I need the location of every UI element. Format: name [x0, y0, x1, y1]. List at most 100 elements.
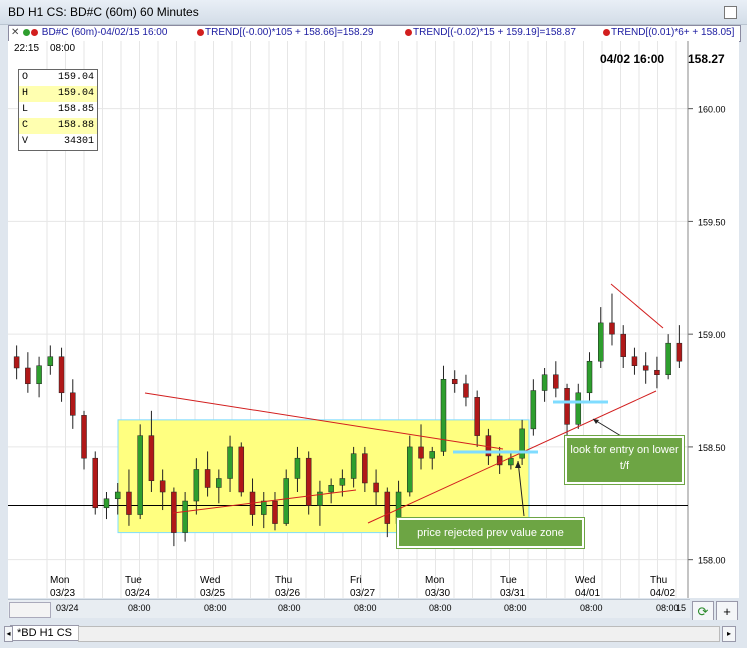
symbol-study[interactable]: BD#C (60m)-04/02/15 16:00	[23, 27, 167, 38]
candle-body	[283, 478, 289, 524]
candle-body	[159, 480, 166, 493]
annotation-rejected: price rejected prev value zone	[397, 518, 584, 548]
trend-study-3[interactable]: TREND[(0.01)*6+ + 158.05]	[603, 27, 734, 38]
scroll-thumb[interactable]	[9, 602, 51, 618]
date-label: 03/27	[350, 588, 375, 598]
candle-body	[373, 482, 379, 493]
candle-body	[564, 388, 570, 425]
price-label: 158.00	[698, 556, 726, 566]
time-label-2: 08:00	[50, 43, 76, 54]
plus-icon: +	[723, 604, 731, 619]
candle-body	[654, 369, 660, 375]
candle-body	[508, 457, 514, 466]
candle-body	[631, 356, 638, 366]
candle-body	[553, 374, 559, 389]
candle-body	[339, 478, 346, 486]
day-label: Thu	[650, 575, 667, 586]
day-label: Mon	[425, 575, 444, 586]
candle-body	[70, 392, 76, 416]
candle-body	[541, 374, 548, 391]
arrow-left-icon: ◂	[6, 629, 11, 638]
ohlc-row: L 158.85	[22, 104, 94, 115]
ohlc-panel: O 159.04 H 159.04 L 158.85 C 158.88 V 34301	[18, 69, 98, 151]
candle-body	[193, 469, 200, 502]
candle-body	[418, 446, 424, 459]
red-dot-icon	[405, 29, 412, 36]
date-label: 03/25	[200, 588, 225, 598]
candle-body	[586, 360, 593, 394]
date-label: 03/23	[50, 588, 75, 598]
date-label: 04/02	[650, 588, 675, 598]
candle-body	[530, 390, 537, 430]
candle-body	[204, 469, 211, 488]
candle-body	[25, 367, 31, 385]
candle-body	[182, 500, 188, 533]
maximize-button[interactable]	[724, 6, 737, 19]
candle-body	[261, 500, 267, 515]
time-scale-label: 08:00	[204, 603, 227, 613]
trend-study-3-label: TREND[(0.01)*6+ + 158.05]	[611, 27, 735, 38]
annotation-entry: look for entry on lower t/f	[565, 436, 684, 484]
candle-body	[137, 435, 143, 515]
candle-body	[114, 491, 121, 500]
candle-body	[126, 491, 132, 515]
window-titlebar: BD H1 CS: BD#C (60m) 60 Minutes	[0, 0, 747, 25]
time-scale-label: 08:00	[354, 603, 377, 613]
candle-body	[328, 484, 334, 493]
candle-body	[227, 446, 233, 479]
time-scale-label: 08:00	[580, 603, 603, 613]
candle-body	[598, 322, 604, 362]
candle-body	[362, 453, 368, 484]
date-label: 03/31	[500, 588, 525, 598]
candle-body	[519, 428, 525, 459]
date-label: 03/30	[425, 588, 450, 598]
time-scale-label: 08:00	[278, 603, 301, 613]
day-label: Wed	[200, 575, 220, 586]
arrow-head-icon	[593, 419, 599, 424]
candle-body	[407, 446, 413, 493]
time-scale-label: 08:00	[429, 603, 452, 613]
day-label: Thu	[275, 575, 292, 586]
time-scale-label: 08:00	[504, 603, 527, 613]
tab-row: *BD H1 CS ◂ ▸	[0, 620, 747, 648]
chart-area[interactable]: 160.00 159.50 159.00 158.50 158.00 Mon 03/23 Tu…	[8, 41, 739, 599]
candle-body	[13, 356, 20, 369]
time-scale: 03/24 08:00 08:00 08:00 08:00 08:00 08:00 08:00…	[50, 599, 690, 617]
symbol-study-label: BD#C (60m)-04/02/15 16:00	[41, 27, 168, 38]
candle-body	[58, 356, 65, 394]
candle-body	[384, 491, 391, 524]
candle-body	[474, 397, 480, 436]
scroll-left-button[interactable]: ◂	[4, 626, 13, 642]
ohlc-row: V 34301	[22, 136, 94, 147]
header-price: 158.27	[688, 52, 725, 66]
price-label: 158.50	[698, 443, 726, 453]
trend-study-2[interactable]: TREND[(-0.02)*15 + 159.19]=158.87	[405, 27, 576, 38]
ohlc-row: O 159.04	[22, 72, 94, 83]
day-label: Wed	[575, 575, 595, 586]
date-label: 03/26	[275, 588, 300, 598]
scroll-right-button[interactable]: ▸	[722, 626, 736, 642]
candle-body	[676, 342, 683, 362]
candle-body	[609, 322, 615, 335]
close-icon[interactable]: ✕	[11, 27, 19, 38]
candle-body	[665, 342, 671, 375]
candle-body	[47, 356, 54, 366]
candle-body	[36, 365, 42, 385]
tab-active[interactable]: *BD H1 CS	[10, 625, 80, 641]
price-chart[interactable]: 160.00 159.50 159.00 158.50 158.00 Mon 03/23 Tu…	[8, 41, 739, 599]
trend-study-1[interactable]: TREND[(-0.00)*105 + 158.66]=158.29	[197, 27, 373, 38]
header-date: 04/02 16:00	[600, 52, 665, 66]
refresh-icon: ⟳	[697, 604, 709, 619]
date-label: 04/01	[575, 588, 600, 598]
candle-body	[238, 446, 245, 493]
candle-body	[451, 379, 458, 385]
red-dot-icon	[197, 29, 204, 36]
candle-body	[294, 457, 301, 479]
window-title: BD H1 CS: BD#C (60m) 60 Minutes	[8, 5, 199, 19]
horizontal-scrollbar[interactable]	[78, 626, 720, 642]
candle-body	[463, 383, 469, 398]
candle-body	[216, 478, 222, 488]
day-label: Mon	[50, 575, 69, 586]
ohlc-row: C 158.88	[19, 118, 97, 134]
trendline-recent	[610, 283, 664, 329]
